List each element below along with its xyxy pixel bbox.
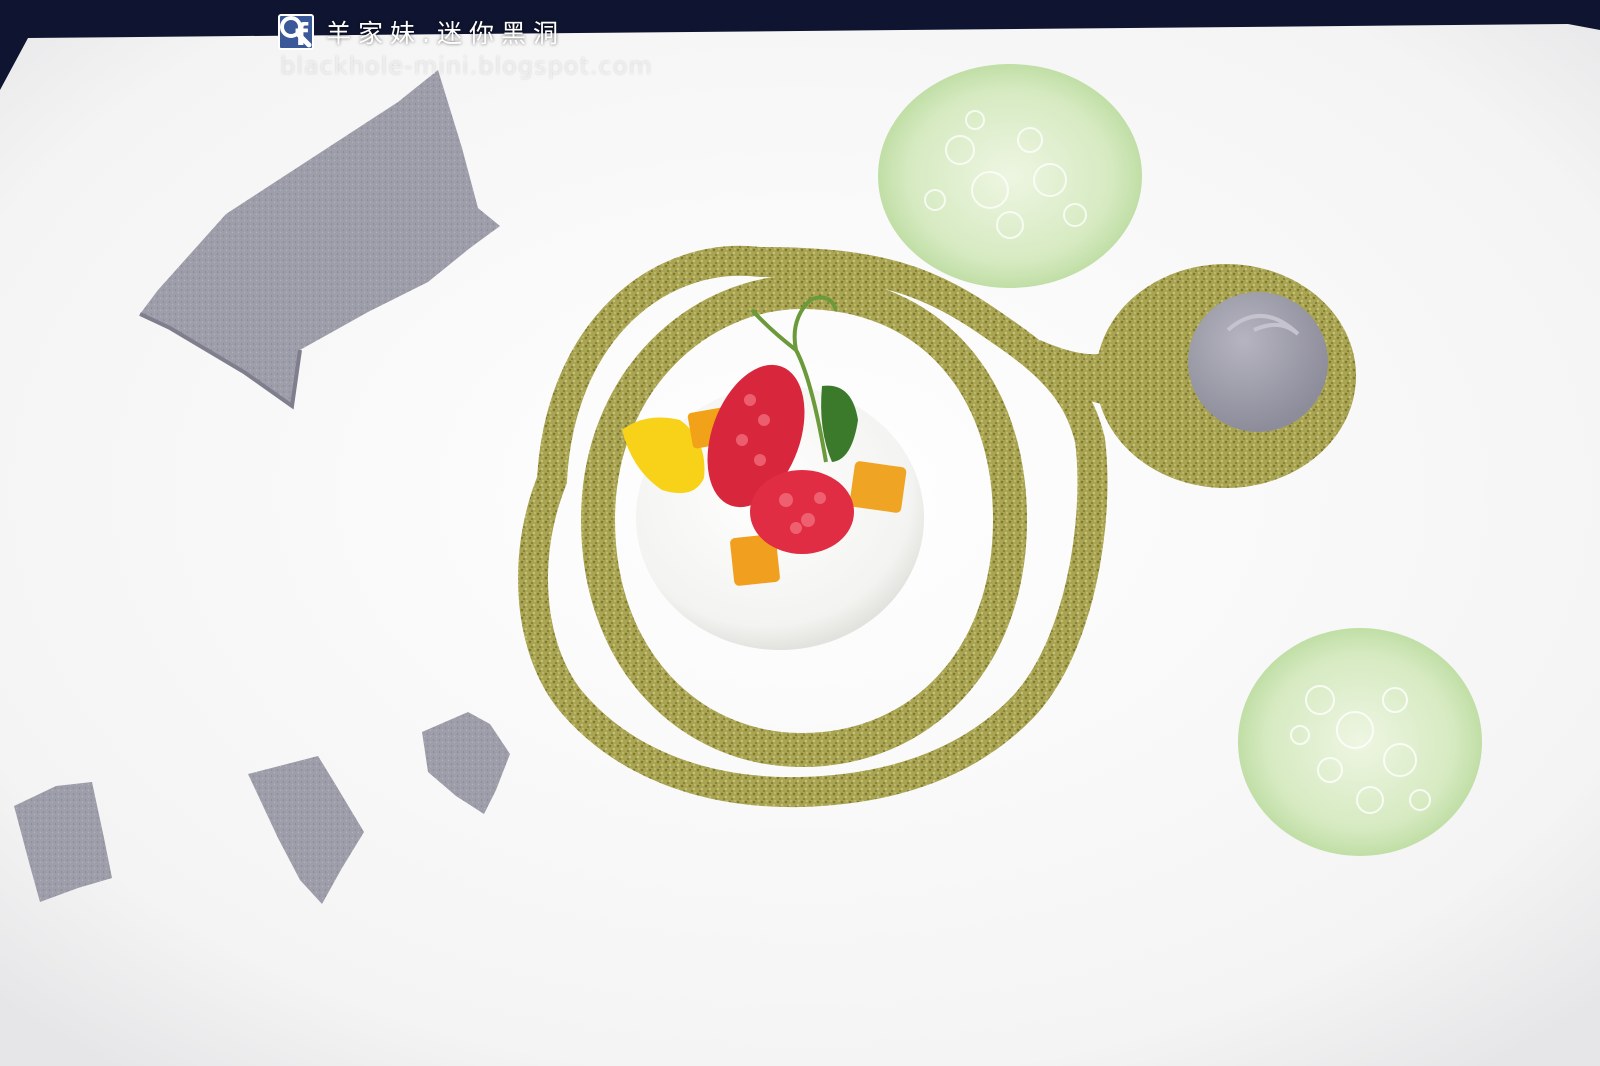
mango-cube bbox=[849, 461, 907, 513]
watermark-url: blackhole-mini.blogspot.com bbox=[280, 52, 653, 80]
watermark-title: 羊家妹.迷你黑洞 bbox=[326, 19, 565, 48]
dessert-plate-illustration bbox=[0, 24, 1600, 1066]
grey-ice-cream-quenelle bbox=[1188, 292, 1328, 432]
watermark-row: f 羊家妹.迷你黑洞 bbox=[278, 14, 653, 53]
dessert-photo: f 羊家妹.迷你黑洞 blackhole-mini.blogspot.com bbox=[0, 0, 1600, 1066]
watermark: f 羊家妹.迷你黑洞 blackhole-mini.blogspot.com bbox=[278, 14, 653, 80]
green-foam-bottom bbox=[1238, 628, 1482, 856]
search-icon bbox=[280, 16, 312, 48]
green-foam-top bbox=[878, 64, 1142, 288]
raspberry bbox=[750, 470, 854, 554]
